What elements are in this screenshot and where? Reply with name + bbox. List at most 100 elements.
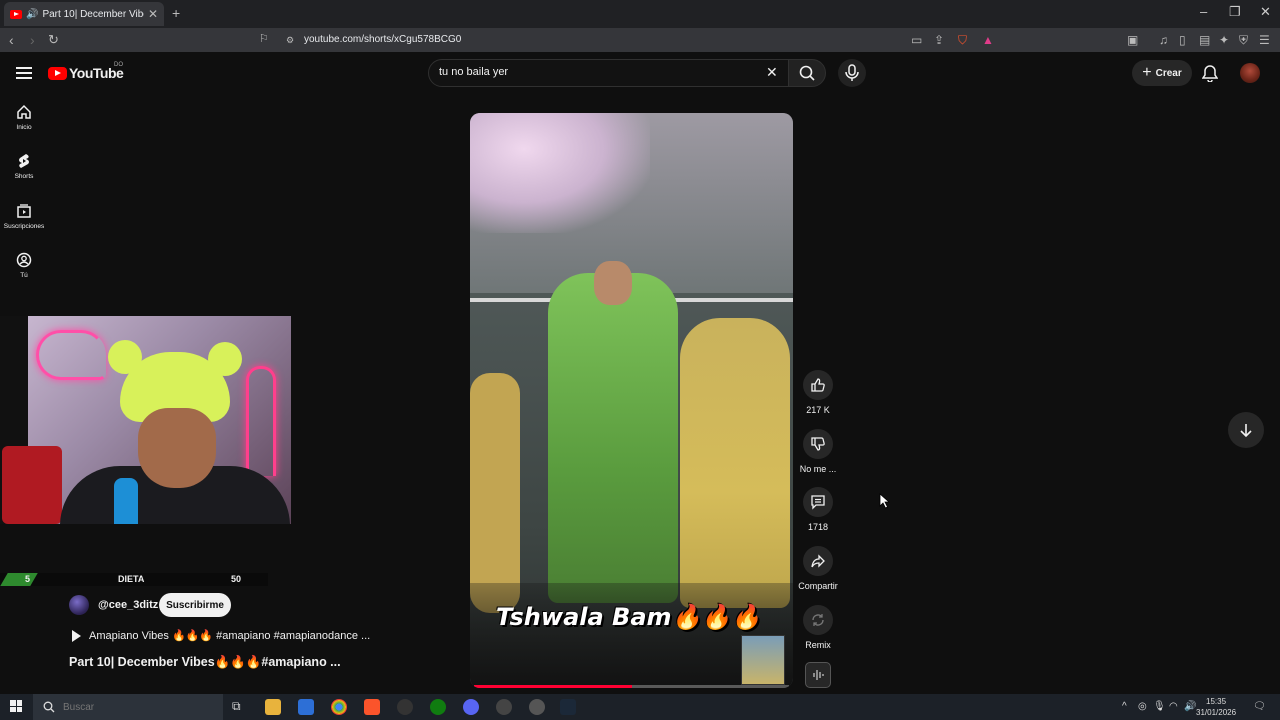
file-explorer-icon[interactable] bbox=[265, 699, 281, 715]
like-button[interactable] bbox=[803, 370, 833, 400]
notifications-icon[interactable]: 🗨 bbox=[1253, 701, 1266, 712]
tab-search-icon[interactable]: ▣ bbox=[1127, 33, 1138, 47]
clear-search-icon[interactable]: ✕ bbox=[766, 64, 778, 81]
song-link[interactable]: Amapiano Vibes 🔥🔥🔥 #amapiano #amapianoda… bbox=[72, 629, 370, 642]
diet-progress-fill bbox=[0, 573, 38, 586]
obs-icon[interactable] bbox=[496, 699, 512, 715]
microphone-icon bbox=[845, 64, 859, 81]
steam-icon[interactable] bbox=[560, 699, 576, 715]
nav-subscriptions-label: Suscripciones bbox=[3, 223, 45, 230]
windows-start-icon[interactable] bbox=[10, 700, 22, 712]
nav-shorts[interactable]: Shorts bbox=[0, 153, 48, 180]
like-count: 217 K bbox=[806, 405, 830, 415]
taskbar-search-input[interactable] bbox=[63, 701, 203, 713]
search-icon bbox=[799, 65, 815, 81]
nav-home[interactable]: Inicio bbox=[0, 104, 48, 131]
system-clock[interactable]: 15:35 31/01/2026 bbox=[1196, 696, 1236, 718]
brave-shields-icon[interactable]: ⛉ bbox=[958, 33, 967, 48]
bookmark-icon[interactable]: ⚐ bbox=[259, 32, 269, 45]
reload-button[interactable]: ↻ bbox=[48, 32, 59, 48]
thumbs-up-icon bbox=[811, 378, 825, 392]
taskbar-search[interactable] bbox=[33, 694, 223, 720]
share-button[interactable] bbox=[803, 546, 833, 576]
media-icon[interactable]: ♫ bbox=[1159, 33, 1168, 47]
share-icon bbox=[811, 554, 825, 568]
video-progress-bar[interactable] bbox=[474, 685, 789, 688]
youtube-play-logo-icon bbox=[48, 66, 67, 80]
song-text: Amapiano Vibes 🔥🔥🔥 #amapiano #amapianoda… bbox=[89, 630, 371, 642]
nav-you[interactable]: Tú bbox=[0, 252, 48, 279]
app-icon[interactable] bbox=[529, 699, 545, 715]
create-button[interactable]: + Crear bbox=[1132, 60, 1192, 86]
forward-button[interactable]: › bbox=[30, 32, 35, 48]
country-code: DO bbox=[114, 62, 123, 68]
discord-icon[interactable] bbox=[463, 699, 479, 715]
cast-icon[interactable]: ▭ bbox=[911, 33, 922, 47]
hamburger-menu-icon[interactable] bbox=[16, 67, 32, 79]
background-dancer bbox=[470, 373, 520, 613]
windows-taskbar: ⧉ ^ ◎ 🎙 ◠ 🔊 15:35 31/01/2026 🗨 bbox=[0, 694, 1280, 720]
voice-search-button[interactable] bbox=[838, 59, 866, 87]
speaker-icon[interactable]: 🔊 bbox=[26, 9, 38, 20]
share-page-icon[interactable]: ⇪ bbox=[934, 33, 944, 47]
channel-avatar[interactable] bbox=[69, 595, 89, 615]
search-input[interactable] bbox=[439, 66, 739, 78]
volume-icon[interactable]: 🔊 bbox=[1184, 701, 1196, 712]
back-button[interactable]: ‹ bbox=[9, 32, 14, 48]
logitech-icon[interactable] bbox=[397, 699, 413, 715]
music-thumbnail[interactable] bbox=[741, 635, 785, 685]
youtube-logo[interactable]: YouTube DO bbox=[48, 62, 124, 81]
close-window-button[interactable]: ✕ bbox=[1260, 4, 1271, 20]
video-title[interactable]: Part 10| December Vibes🔥🔥🔥#amapiano ... bbox=[69, 655, 341, 670]
short-video-player[interactable]: Tshwala Bam🔥🔥🔥 bbox=[470, 113, 793, 688]
new-tab-button[interactable]: + bbox=[172, 5, 180, 21]
youtube-header: YouTube DO ✕ + Crear bbox=[0, 52, 1280, 94]
wifi-icon[interactable]: ◠ bbox=[1169, 701, 1178, 712]
sidebar-icon[interactable]: ▯ bbox=[1179, 33, 1186, 47]
close-tab-icon[interactable]: ✕ bbox=[148, 7, 158, 21]
search-box bbox=[428, 59, 790, 87]
xbox-icon[interactable] bbox=[430, 699, 446, 715]
restore-button[interactable]: ❐ bbox=[1229, 4, 1241, 20]
task-view-icon[interactable]: ⧉ bbox=[232, 699, 248, 715]
url-field[interactable]: youtube.com/shorts/xCgu578BCG0 bbox=[304, 34, 461, 45]
clock-date: 31/01/2026 bbox=[1196, 708, 1237, 717]
neon-sign-decoration bbox=[36, 330, 106, 380]
minimize-button[interactable]: – bbox=[1200, 4, 1207, 19]
dislike-button[interactable] bbox=[803, 429, 833, 459]
mouse-cursor-icon bbox=[879, 493, 891, 509]
subscribe-button[interactable]: Suscribirme bbox=[159, 593, 231, 617]
tray-chevron-icon[interactable]: ^ bbox=[1122, 701, 1127, 712]
address-bar-row: ‹ › ↻ ⚐ ⚙ youtube.com/shorts/xCgu578BCG0… bbox=[0, 28, 1280, 52]
subscriptions-icon bbox=[17, 204, 31, 218]
notifications-button[interactable] bbox=[1201, 64, 1219, 87]
vpn-icon[interactable]: ⛨ bbox=[1239, 33, 1248, 48]
next-video-button[interactable] bbox=[1228, 412, 1264, 448]
site-info-icon[interactable]: ⚙ bbox=[286, 35, 294, 46]
microphone bbox=[114, 478, 138, 524]
comment-count: 1718 bbox=[807, 522, 829, 532]
share-label: Compartir bbox=[798, 581, 838, 591]
wallet-icon[interactable]: ▤ bbox=[1199, 33, 1210, 47]
leo-ai-icon[interactable]: ✦ bbox=[1219, 33, 1229, 47]
brave-icon[interactable] bbox=[364, 699, 380, 715]
tray-mic-icon[interactable]: 🎙 bbox=[1153, 701, 1166, 712]
channel-handle[interactable]: @cee_3ditz bbox=[98, 599, 158, 611]
browser-tab[interactable]: 🔊 Part 10| December Vibes🔥🔥 ✕ bbox=[4, 2, 164, 26]
tray-app-icon[interactable]: ◎ bbox=[1138, 701, 1147, 712]
microsoft-store-icon[interactable] bbox=[298, 699, 314, 715]
browser-menu-icon[interactable]: ☰ bbox=[1259, 33, 1270, 47]
sound-button[interactable] bbox=[805, 662, 831, 688]
nav-subscriptions[interactable]: Suscripciones bbox=[0, 203, 48, 230]
brave-rewards-icon[interactable]: ▲ bbox=[982, 33, 994, 47]
comments-button[interactable] bbox=[803, 487, 833, 517]
home-icon bbox=[17, 104, 31, 119]
search-button[interactable] bbox=[788, 59, 826, 87]
arrow-down-icon bbox=[1240, 424, 1252, 438]
chrome-icon[interactable] bbox=[331, 699, 347, 715]
account-avatar[interactable] bbox=[1240, 63, 1260, 83]
remix-button[interactable] bbox=[803, 605, 833, 635]
diet-progress-bar: 5 DIETA 50 bbox=[0, 573, 268, 586]
dancer-yellow-outfit bbox=[680, 318, 790, 608]
streamer-face bbox=[138, 408, 216, 488]
